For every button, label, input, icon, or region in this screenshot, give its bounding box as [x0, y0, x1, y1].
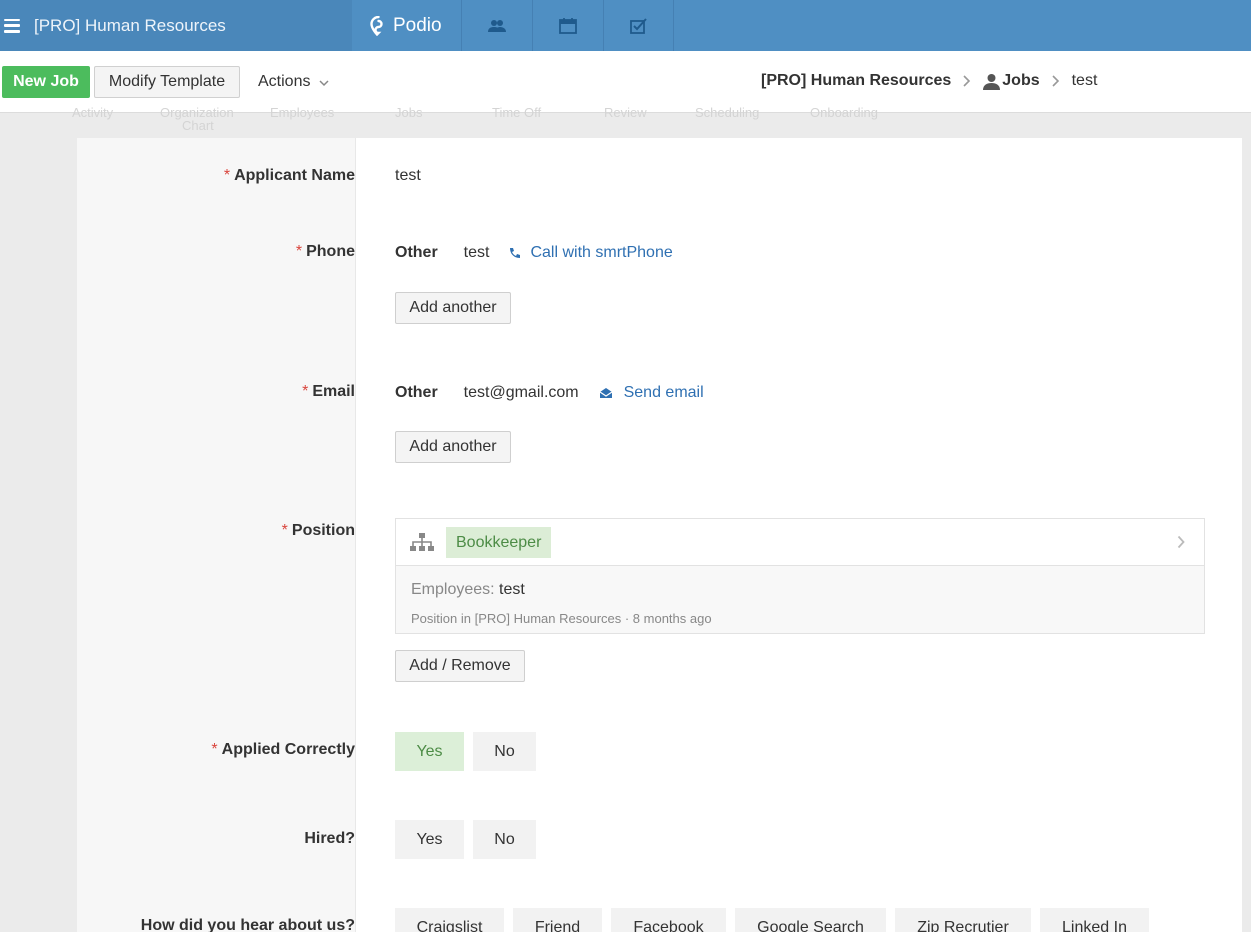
chevron-right-icon[interactable] [1177, 535, 1186, 549]
tasks-icon[interactable] [603, 0, 674, 51]
workspace-switcher[interactable]: [PRO] Human Resources [0, 0, 352, 51]
top-navigation: [PRO] Human Resources Podio [0, 0, 1251, 51]
breadcrumb-item: test [1071, 72, 1098, 89]
ghost-tab: Jobs [395, 105, 423, 120]
phone-type: Other [395, 244, 438, 261]
ghost-tab: Activity [72, 105, 114, 120]
email-value[interactable]: test@gmail.com [464, 384, 579, 402]
applicant-name-value[interactable]: test [395, 167, 421, 185]
employees-line: Employees: test [411, 581, 525, 599]
email-row: Other test@gmail.com Send email [395, 384, 704, 402]
new-job-button[interactable]: New Job [2, 66, 90, 98]
hired-no-option[interactable]: No [473, 820, 536, 859]
position-tag[interactable]: Bookkeeper [446, 527, 552, 558]
actions-label: Actions [258, 73, 311, 90]
breadcrumb: [PRO] Human Resources Jobs test [761, 72, 1097, 90]
org-chart-icon [410, 533, 434, 551]
position-reference-card[interactable]: Bookkeeper Employees: test Position in [… [395, 518, 1205, 634]
field-label-column: * Applicant Name * Phone * Email * Position … [77, 138, 356, 932]
position-reference-details: Employees: test Position in [PRO] Human … [396, 566, 1204, 633]
source-option[interactable]: Craigslist [395, 908, 504, 932]
phone-add-another-button[interactable]: Add another [395, 292, 511, 324]
required-marker: * [281, 522, 288, 539]
phone-label: * Phone [295, 243, 355, 260]
phone-row: Other test Call with smrtPhone [395, 244, 673, 262]
ghost-tab: Employees [270, 105, 335, 120]
position-label: * Position [281, 522, 355, 539]
call-smrtphone-link[interactable]: Call with smrtPhone [530, 244, 672, 262]
hamburger-menu-icon[interactable] [4, 18, 20, 33]
hired-yes-option[interactable]: Yes [395, 820, 464, 859]
brand-label: Podio [393, 14, 442, 36]
user-icon [983, 73, 1001, 90]
applicant-name-label: * Applicant Name [223, 167, 355, 184]
podio-logo[interactable]: Podio [352, 0, 461, 51]
phone-value[interactable]: test [464, 244, 490, 262]
chevron-right-icon [963, 75, 971, 87]
source-option[interactable]: Friend [513, 908, 602, 932]
email-type: Other [395, 384, 438, 401]
ghost-tab: Chart [182, 118, 214, 133]
required-marker: * [211, 741, 218, 758]
required-marker: * [223, 167, 231, 184]
podio-logo-icon [370, 15, 383, 36]
applied-correctly-yes-option[interactable]: Yes [395, 732, 464, 771]
add-remove-button[interactable]: Add / Remove [395, 650, 525, 682]
breadcrumb-app[interactable]: Jobs [1002, 72, 1039, 90]
source-option[interactable]: Zip Recrutier [895, 908, 1031, 932]
email-label: * Email [302, 383, 355, 400]
chevron-down-icon [319, 79, 329, 86]
actions-dropdown[interactable]: Actions [258, 73, 329, 91]
ghost-tab: Time Off [492, 105, 542, 120]
ghost-tab: Scheduling [695, 105, 760, 120]
item-card: * Applicant Name * Phone * Email * Position … [77, 138, 1242, 932]
email-add-another-button[interactable]: Add another [395, 431, 511, 463]
applied-correctly-no-option[interactable]: No [473, 732, 536, 771]
position-meta: Position in [PRO] Human Resources · 8 mo… [411, 611, 712, 626]
applied-correctly-label: * Applied Correctly [211, 741, 355, 758]
employees-value: test [499, 581, 525, 598]
employees-label: Employees: [411, 581, 495, 598]
position-reference-header: Bookkeeper [396, 519, 1204, 566]
contacts-icon[interactable] [461, 0, 532, 51]
breadcrumb-workspace[interactable]: [PRO] Human Resources [761, 72, 951, 90]
source-option[interactable]: Linked In [1040, 908, 1149, 932]
source-label: How did you hear about us? [140, 917, 355, 932]
source-option[interactable]: Google Search [735, 908, 886, 932]
ghost-tab: Onboarding [810, 105, 878, 120]
send-email-link[interactable]: Send email [624, 384, 704, 402]
phone-icon [510, 247, 521, 258]
chevron-right-icon [1052, 75, 1060, 87]
ghost-tab: Review [604, 105, 647, 120]
required-marker: * [302, 383, 309, 400]
hired-label: Hired? [304, 830, 355, 847]
app-toolbar: New Job Modify Template Actions [PRO] Hu… [0, 51, 1251, 113]
source-option[interactable]: Facebook [611, 908, 726, 932]
workspace-name[interactable]: [PRO] Human Resources [34, 16, 226, 36]
modify-template-button[interactable]: Modify Template [94, 66, 240, 98]
envelope-icon [599, 388, 612, 398]
calendar-icon[interactable] [532, 0, 603, 51]
required-marker: * [295, 243, 303, 260]
